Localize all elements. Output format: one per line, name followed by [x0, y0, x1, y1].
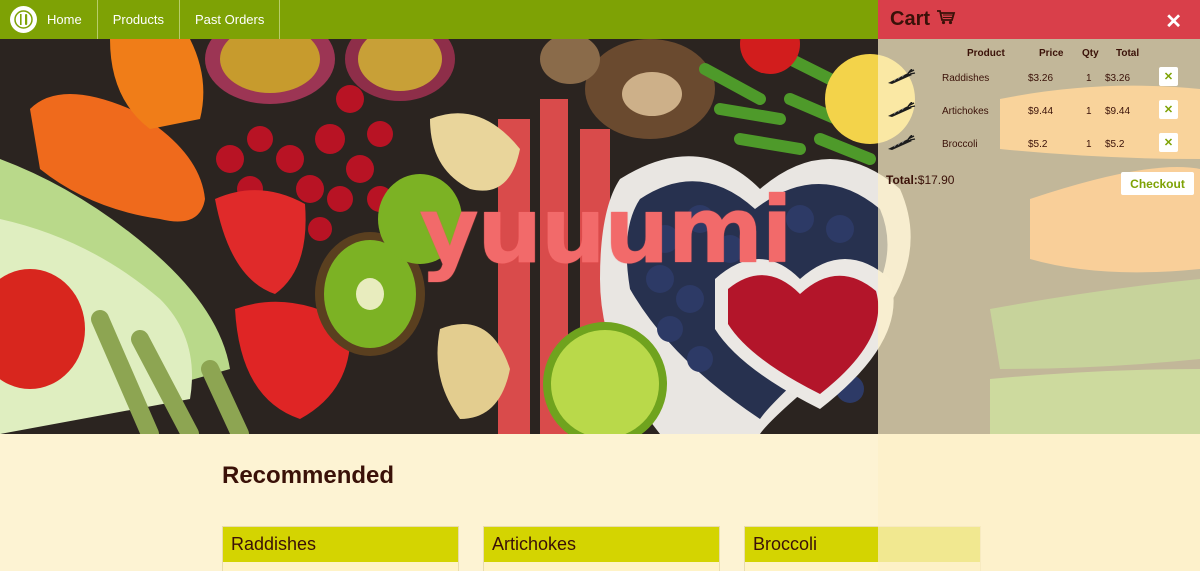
- cart-item-qty: 1: [1086, 106, 1092, 117]
- restaurant-logo-icon: [10, 6, 37, 33]
- cart-item-qty: 1: [1086, 73, 1092, 84]
- cart-total-label: Total:: [886, 173, 918, 187]
- nav-home[interactable]: Home: [0, 0, 98, 39]
- nav-products[interactable]: Products: [98, 0, 180, 39]
- column-header-price: Price: [1039, 48, 1064, 59]
- cart-panel: Cart ✕ Product Price Qty Total Raddishes…: [878, 0, 1200, 195]
- shopping-cart-icon: [936, 9, 956, 30]
- checkout-button[interactable]: Checkout: [1121, 172, 1194, 195]
- nav-past-orders-label: Past Orders: [195, 12, 265, 27]
- cart-item-product: Broccoli: [942, 139, 978, 150]
- product-thumbnail-icon: [886, 101, 916, 121]
- cart-item-price: $5.2: [1028, 139, 1048, 150]
- product-card-title: Raddishes: [223, 527, 458, 562]
- cart-row: Artichokes $9.44 1 $9.44 ✕: [878, 98, 1200, 128]
- product-card[interactable]: Artichokes: [483, 526, 720, 571]
- column-header-total: Total: [1116, 48, 1140, 59]
- cart-item-price: $9.44: [1028, 106, 1054, 117]
- product-thumbnail-icon: [886, 68, 916, 88]
- cart-title: Cart: [890, 8, 931, 30]
- cart-item-qty: 1: [1086, 139, 1092, 150]
- close-cart-icon[interactable]: ✕: [1165, 9, 1182, 34]
- cart-row: Broccoli $5.2 1 $5.2 ✕: [878, 131, 1200, 161]
- product-thumbnail-icon: [886, 134, 916, 154]
- cart-item-product: Artichokes: [942, 106, 989, 117]
- nav-products-label: Products: [112, 12, 164, 27]
- cart-row: Raddishes $3.26 1 $3.26 ✕: [878, 65, 1200, 95]
- cart-item-total: $9.44: [1105, 106, 1131, 117]
- remove-item-button[interactable]: ✕: [1159, 133, 1178, 152]
- column-header-qty: Qty: [1082, 48, 1099, 59]
- cart-item-product: Raddishes: [942, 73, 990, 84]
- product-card-title: Artichokes: [484, 527, 719, 562]
- remove-item-button[interactable]: ✕: [1159, 100, 1178, 119]
- cart-total: Total:$17.90: [886, 173, 954, 187]
- remove-item-button[interactable]: ✕: [1159, 67, 1178, 86]
- product-card[interactable]: Raddishes: [222, 526, 459, 571]
- hero-title: yuuumi: [419, 177, 793, 284]
- column-header-product: Product: [967, 48, 1005, 59]
- cart-total-value: $17.90: [917, 173, 955, 187]
- cart-item-price: $3.26: [1028, 73, 1054, 84]
- cart-header: Cart ✕: [878, 0, 1200, 39]
- nav-past-orders[interactable]: Past Orders: [180, 0, 281, 39]
- nav-home-label: Home: [47, 12, 82, 27]
- section-title: Recommended: [222, 462, 395, 489]
- cart-item-total: $5.2: [1105, 139, 1125, 150]
- cart-item-total: $3.26: [1105, 73, 1131, 84]
